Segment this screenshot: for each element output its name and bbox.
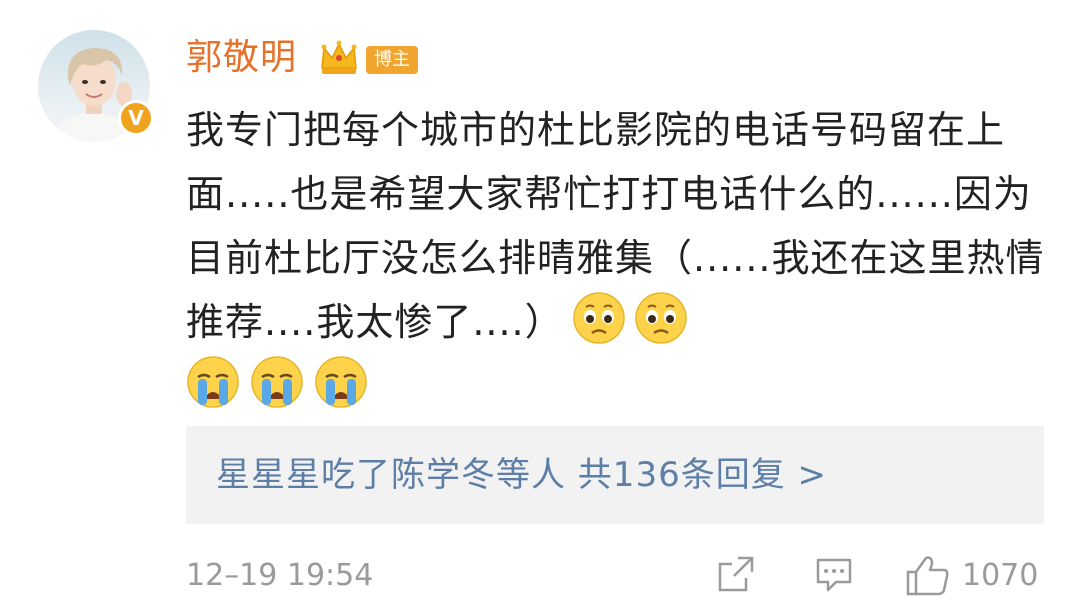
comment-icon[interactable] <box>812 552 856 596</box>
verified-badge-icon: V <box>118 100 154 136</box>
share-icon[interactable] <box>714 552 758 596</box>
crying-face-icon <box>315 356 367 408</box>
crying-face-icon <box>251 356 303 408</box>
comment-content: 我专门把每个城市的杜比影院的电话号码留在上面.....也是希望大家帮忙打打电话什… <box>186 98 1046 418</box>
avatar-container[interactable]: V <box>38 30 154 142</box>
replies-summary-link[interactable]: 星星星吃了陈学冬等人 共136条回复 > <box>216 450 827 500</box>
crown-icon <box>321 40 357 74</box>
username[interactable]: 郭敬明 <box>186 36 297 80</box>
pleading-face-icon <box>634 292 687 344</box>
emoji-row <box>186 354 1046 418</box>
like-icon[interactable] <box>904 552 952 598</box>
crying-face-icon <box>187 356 239 408</box>
pleading-face-icon <box>572 292 625 344</box>
author-tag-badge: 博主 <box>366 46 418 74</box>
like-count: 1070 <box>962 558 1039 593</box>
replies-box[interactable]: 星星星吃了陈学冬等人 共136条回复 > <box>186 426 1044 524</box>
comment-timestamp: 12–19 19:54 <box>186 558 374 593</box>
